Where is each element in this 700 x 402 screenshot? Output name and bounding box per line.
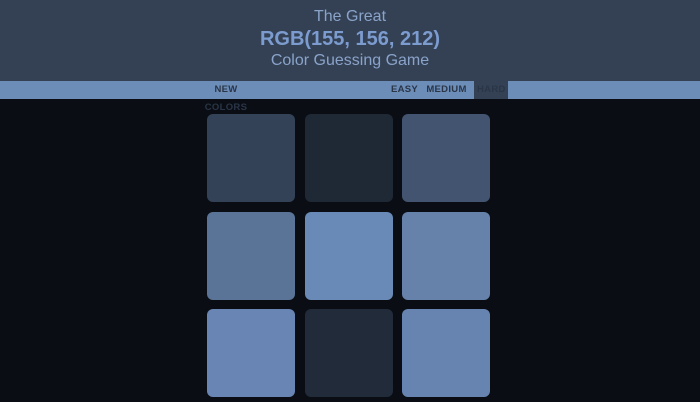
color-square-4[interactable] — [207, 212, 295, 300]
color-square-2[interactable] — [305, 114, 393, 202]
color-square-3[interactable] — [402, 114, 490, 202]
color-square-6[interactable] — [402, 212, 490, 300]
color-grid — [207, 114, 490, 402]
color-square-7[interactable] — [207, 309, 295, 397]
rgb-display: RGB(155, 156, 212) — [259, 28, 441, 50]
new-colors-button[interactable]: NEW COLORS — [190, 81, 262, 113]
hard-mode-button[interactable]: HARD — [474, 81, 508, 99]
medium-mode-button[interactable]: MEDIUM — [423, 81, 470, 99]
title-line-1: The Great — [313, 8, 387, 25]
toolbar: NEW COLORS EASY MEDIUM HARD — [0, 81, 700, 113]
title-line-3: Color Guessing Game — [270, 52, 430, 69]
color-square-1[interactable] — [207, 114, 295, 202]
color-square-8[interactable] — [305, 309, 393, 397]
easy-mode-button[interactable]: EASY — [388, 81, 418, 99]
color-square-9[interactable] — [402, 309, 490, 397]
color-square-5[interactable] — [305, 212, 393, 300]
header: The Great RGB(155, 156, 212) Color Guess… — [0, 0, 700, 81]
